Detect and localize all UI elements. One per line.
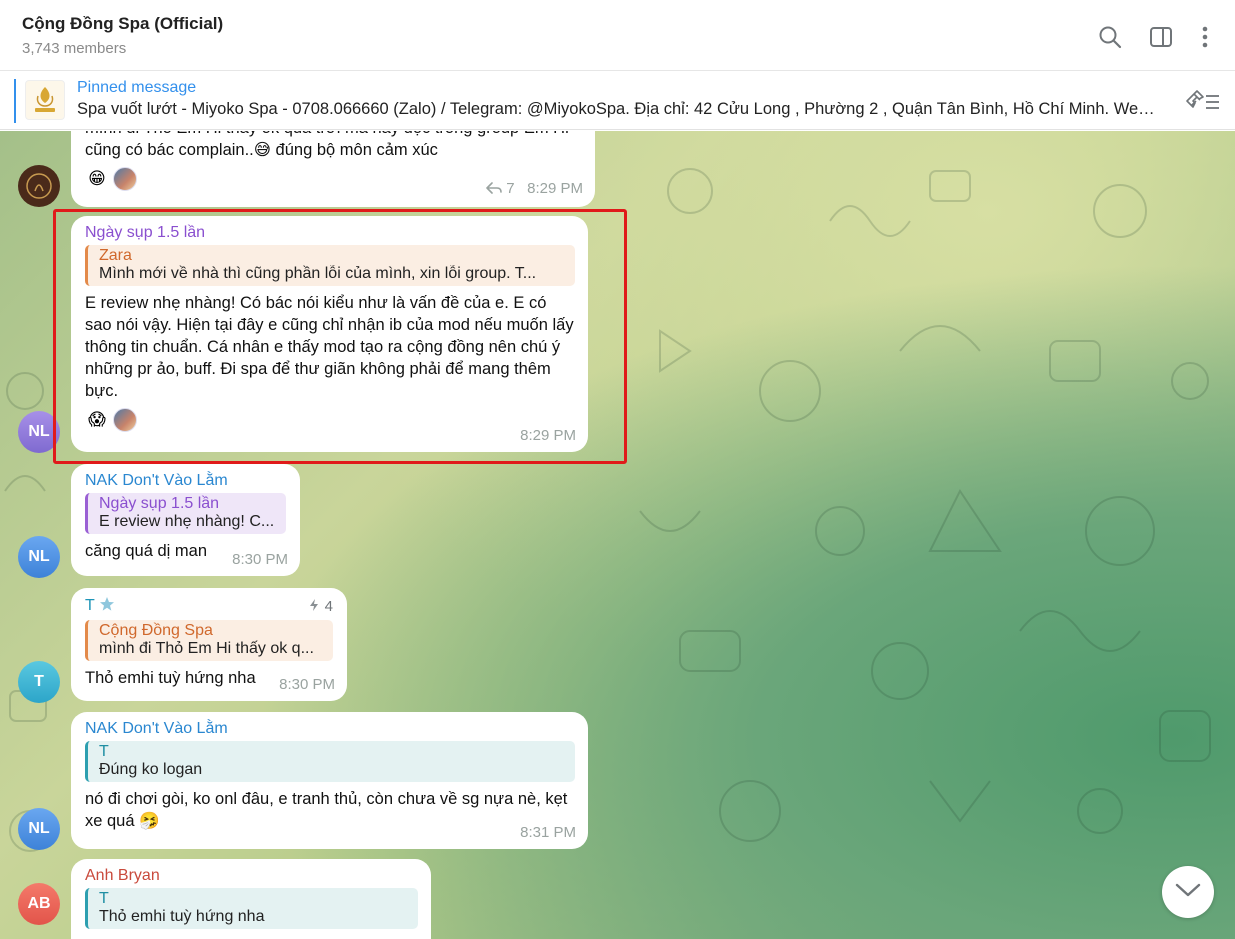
chat-header[interactable]: Cộng Đồng Spa (Official) 3,743 members (0, 0, 1235, 71)
avatar-initials: T (34, 673, 44, 690)
sidebar-toggle-icon[interactable] (1148, 24, 1174, 50)
message-time: 8:31 PM (520, 824, 576, 841)
avatar[interactable]: T (18, 661, 60, 703)
reply-quote[interactable]: Cộng Đồng Spa mình đi Thỏ Em Hi thấy ok … (85, 620, 333, 661)
reaction-emoji[interactable]: 😁 (85, 167, 109, 191)
boost-icon (308, 598, 320, 616)
more-vertical-icon[interactable] (1192, 24, 1218, 50)
message-bubble[interactable]: Anh Bryan T Thỏ emhi tuỳ hứng nha (71, 859, 431, 939)
message-time: 8:30 PM (279, 676, 335, 693)
message-bubble[interactable]: T 4 Cộng Đồng Spa mình đi Thỏ Em Hi thấy… (71, 588, 347, 701)
avatar-initials: NL (28, 548, 50, 565)
chat-title[interactable]: Cộng Đồng Spa (Official) (22, 14, 223, 34)
message-text: cũng có bác complain..😅 đúng bộ môn cảm … (85, 141, 438, 159)
scroll-down-button[interactable] (1162, 866, 1214, 918)
pinned-label: Pinned message (77, 79, 197, 96)
sender-name[interactable]: NAK Don't Vào Lằm (85, 720, 575, 738)
boost-count: 4 (324, 598, 333, 615)
reply-quote[interactable]: Ngày sụp 1.5 lần E review nhẹ nhàng! C..… (85, 493, 286, 534)
reply-arrow-icon[interactable] (486, 181, 502, 199)
message-time: 8:30 PM (232, 551, 288, 568)
reply-text: mình đi Thỏ Em Hi thấy ok q... (99, 640, 314, 657)
highlight-box (53, 209, 627, 464)
message-time: 8:29 PM (527, 180, 583, 197)
avatar[interactable]: NL (18, 536, 60, 578)
avatar-initials: NL (28, 820, 50, 837)
message-text: mình đi Thỏ Em Hi thấy ok quá trời mà ha… (85, 131, 582, 139)
avatar[interactable]: NL (18, 808, 60, 850)
reaction-avatar[interactable] (113, 167, 137, 191)
pinned-indicator (14, 79, 16, 123)
avatar[interactable]: AB (18, 883, 60, 925)
reply-text: Thỏ emhi tuỳ hứng nha (99, 908, 265, 925)
background-pattern (639, 168, 1211, 842)
sender-line: T (85, 596, 334, 617)
pinned-thumbnail (25, 80, 65, 120)
message-bubble[interactable]: mình đi Thỏ Em Hi thấy ok quá trời mà ha… (71, 131, 595, 207)
pinned-text: Spa vuốt lướt - Miyoko Spa - 0708.066660… (77, 100, 1162, 118)
avatar-initials: AB (27, 895, 51, 912)
sender-name[interactable]: NAK Don't Vào Lằm (85, 472, 287, 490)
star-icon (99, 596, 115, 617)
search-icon[interactable] (1097, 24, 1123, 50)
avatar-initials: NL (28, 423, 50, 440)
reply-text: E review nhẹ nhàng! C... (99, 513, 275, 530)
reply-quote[interactable]: T Đúng ko logan (85, 741, 575, 782)
sender-name[interactable]: Anh Bryan (85, 867, 418, 885)
reply-quote[interactable]: T Thỏ emhi tuỳ hứng nha (85, 888, 418, 929)
message-meta: 7 8:29 PM (486, 180, 583, 199)
avatar[interactable] (18, 165, 60, 207)
reply-name: Cộng Đồng Spa (99, 622, 213, 639)
member-count: 3,743 members (22, 40, 127, 57)
pinned-message-bar[interactable]: Pinned message Spa vuốt lướt - Miyoko Sp… (0, 71, 1235, 130)
chevron-down-icon[interactable] (1175, 882, 1201, 903)
reply-name: Ngày sụp 1.5 lần (99, 495, 220, 512)
reply-count[interactable]: 7 (506, 180, 514, 197)
reply-name: T (99, 890, 109, 907)
reply-text: Đúng ko logan (99, 761, 203, 778)
message-bubble[interactable]: NAK Don't Vào Lằm Ngày sụp 1.5 lần E rev… (71, 464, 300, 576)
message-text: nó đi chơi gòi, ko onl đâu, e tranh thủ,… (85, 790, 568, 830)
message-bubble[interactable]: NAK Don't Vào Lằm T Đúng ko logan nó đi … (71, 712, 588, 849)
boost-badge: 4 (308, 598, 333, 616)
sender-name[interactable]: T (85, 597, 94, 614)
pin-list-icon[interactable] (1185, 88, 1221, 114)
reply-name: T (99, 743, 109, 760)
